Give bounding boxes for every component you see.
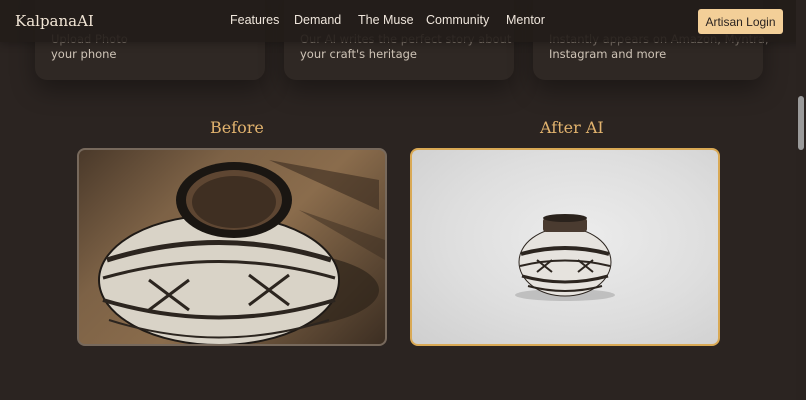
nav-link-demand[interactable]: Demand	[294, 13, 341, 27]
after-ai-image	[410, 148, 720, 346]
pot-photo-after	[515, 214, 615, 301]
feature-card-text: your craft's heritage	[300, 47, 417, 61]
feature-card-text: Instagram and more	[549, 47, 667, 61]
pot-photo-before	[98, 160, 385, 344]
artisan-login-button[interactable]: Artisan Login	[698, 9, 783, 34]
page-scrollbar[interactable]	[796, 0, 806, 400]
scrollbar-thumb[interactable]	[798, 96, 804, 150]
nav-link-mentor[interactable]: Mentor	[506, 13, 545, 27]
before-label: Before	[210, 118, 264, 137]
brand-logo[interactable]: KalpanaAI	[15, 12, 94, 30]
nav-link-the-muse[interactable]: The Muse	[358, 13, 414, 27]
nav-link-community[interactable]: Community	[426, 13, 489, 27]
navbar: KalpanaAI Features Demand The Muse Commu…	[0, 0, 806, 42]
nav-link-features[interactable]: Features	[230, 13, 279, 27]
after-ai-label: After AI	[540, 118, 604, 137]
before-image	[77, 148, 387, 346]
feature-card-text: your phone	[51, 47, 117, 61]
